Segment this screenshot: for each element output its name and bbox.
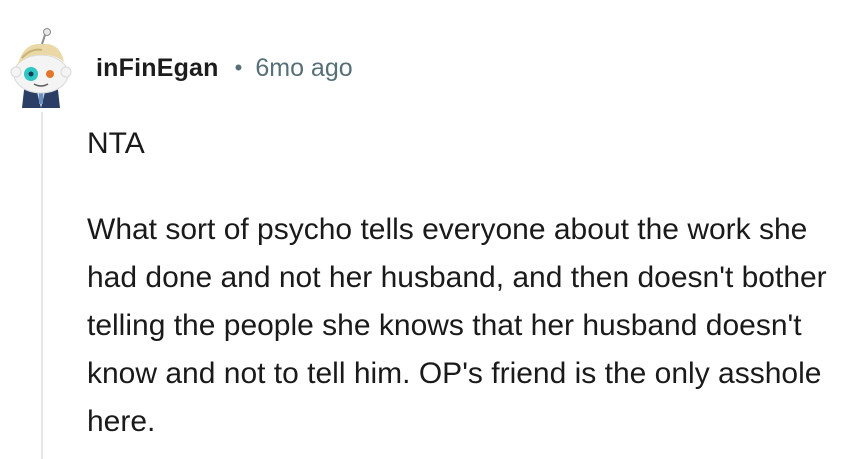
comment-timestamp[interactable]: 6mo ago: [255, 54, 352, 83]
comment-author-link[interactable]: inFinEgan: [96, 54, 219, 83]
comment-paragraph: NTA: [87, 127, 145, 160]
meta-separator: •: [234, 55, 243, 80]
comment-paragraph: What sort of psycho tells everyone about…: [87, 213, 827, 438]
comment-body: NTA What sort of psycho tells everyone a…: [87, 120, 849, 446]
snoo-avatar-icon: [10, 28, 72, 108]
user-avatar[interactable]: [6, 28, 76, 108]
comment-header: inFinEgan • 6mo ago: [96, 48, 353, 88]
thread-line[interactable]: [41, 112, 43, 459]
